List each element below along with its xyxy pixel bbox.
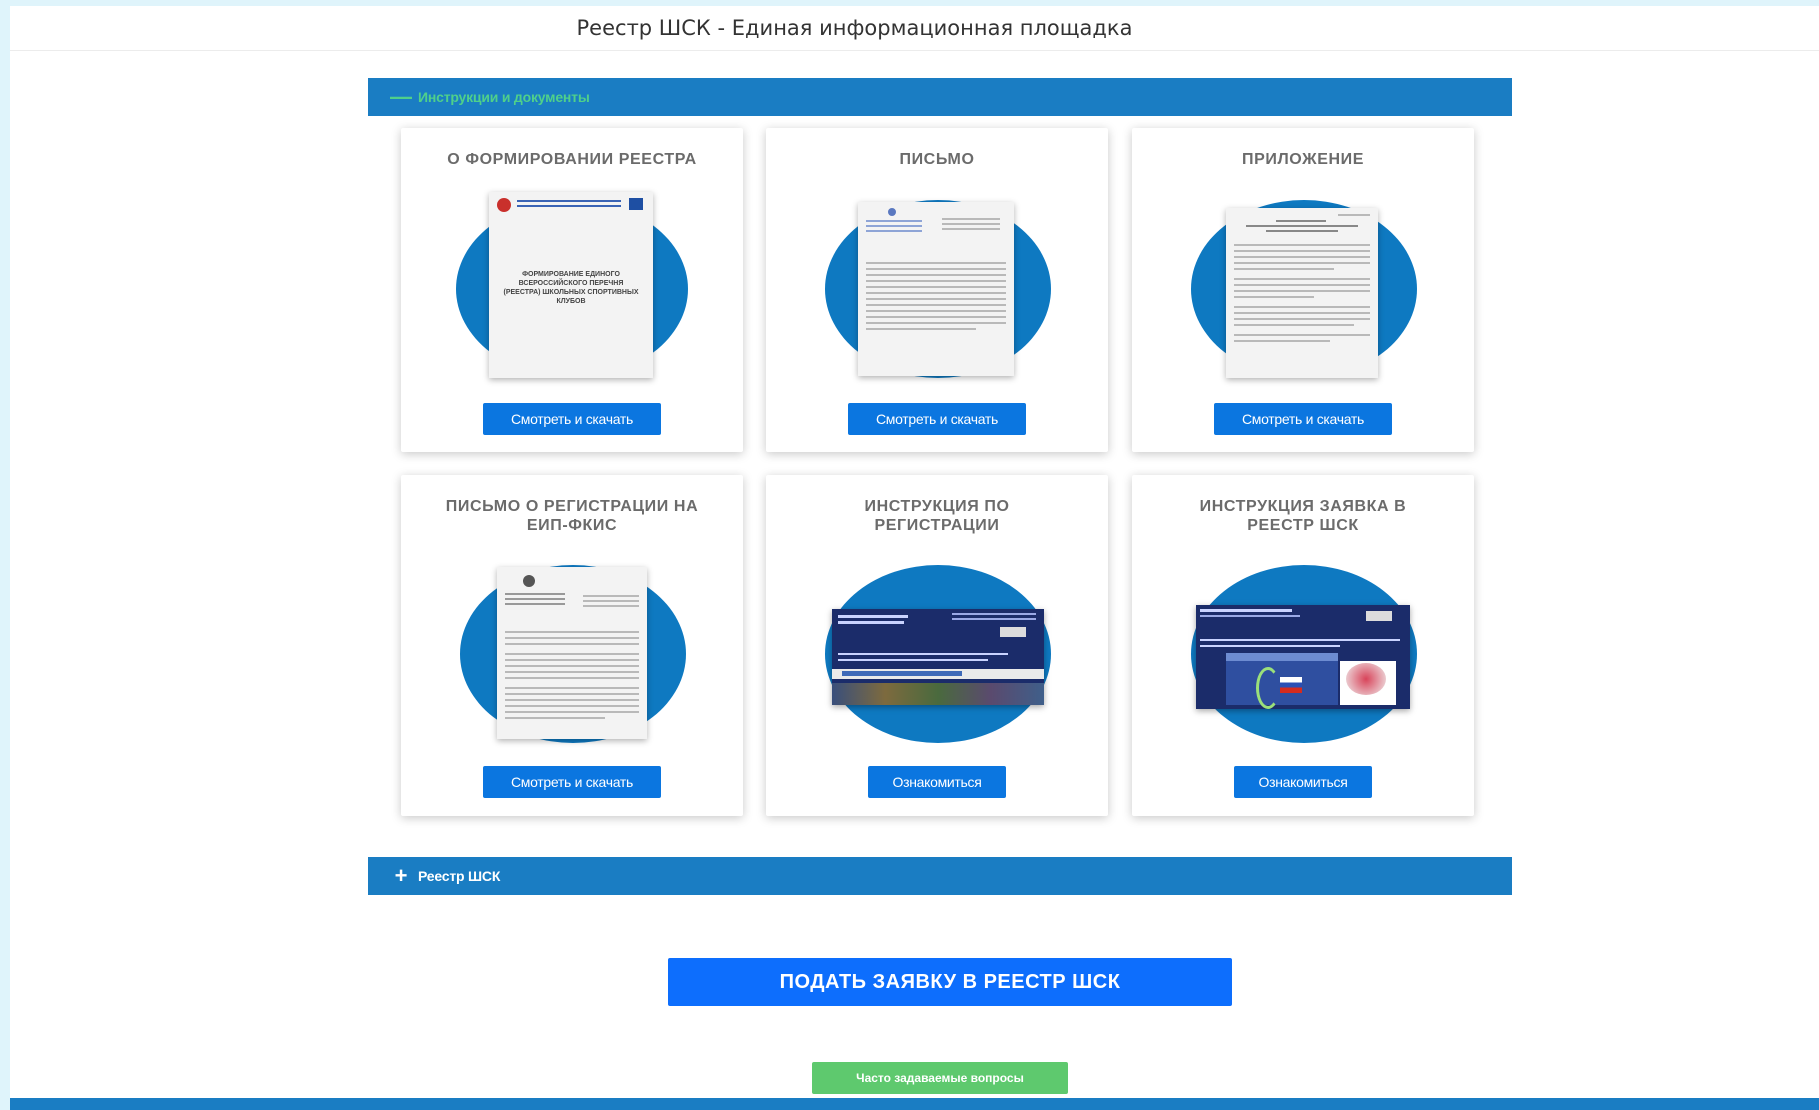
documents-grid: О ФОРМИРОВАНИИ РЕЕСТРА ФОРМИРОВАНИЕ ЕДИН… [401,128,1491,828]
document-card: ПРИЛОЖЕНИЕ Смотреть и скачать [1132,128,1474,452]
view-download-button[interactable]: Смотреть и скачать [483,766,661,798]
view-download-button[interactable]: Смотреть и скачать [483,403,661,435]
header: Реестр ШСК - Единая информационная площа… [10,6,1819,51]
page: Реестр ШСК - Единая информационная площа… [10,6,1819,1110]
document-thumbnail[interactable]: ФОРМИРОВАНИЕ ЕДИНОГО ВСЕРОССИЙСКОГО ПЕРЕ… [489,192,653,378]
card-title: О ФОРМИРОВАНИИ РЕЕСТРА [447,151,697,168]
page-title: Реестр ШСК - Единая информационная площа… [576,16,1133,40]
document-card: ИНСТРУКЦИЯ ЗАЯВКА В РЕЕСТР ШСК Ознакомит… [1132,475,1474,816]
plus-icon: + [394,863,408,888]
accordion-label: Реестр ШСК [418,868,501,884]
minus-icon: — [390,84,412,109]
accordion-instructions-documents[interactable]: — Инструкции и документы [368,78,1512,116]
document-card: ИНСТРУКЦИЯ ПО РЕГИСТРАЦИИ Ознакомиться [766,475,1108,816]
card-title: ПИСЬМО О РЕГИСТРАЦИИ НА ЕИП-ФКИС [445,498,699,534]
view-download-button[interactable]: Смотреть и скачать [848,403,1026,435]
submit-application-button[interactable]: ПОДАТЬ ЗАЯВКУ В РЕЕСТР ШСК [668,958,1232,1006]
card-title: ИНСТРУКЦИЯ ПО РЕГИСТРАЦИИ [864,498,1010,534]
document-card: ПИСЬМО Смотреть и скачать [766,128,1108,452]
screenshot-thumbnail[interactable] [832,609,1044,705]
footer-bar [10,1098,1819,1110]
document-thumbnail[interactable] [1226,208,1378,378]
card-title: ПИСЬМО [899,151,975,168]
familiarize-button[interactable]: Ознакомиться [1234,766,1372,798]
familiarize-button[interactable]: Ознакомиться [868,766,1006,798]
document-card: О ФОРМИРОВАНИИ РЕЕСТРА ФОРМИРОВАНИЕ ЕДИН… [401,128,743,452]
accordion-label: Инструкции и документы [418,89,590,105]
card-title: ИНСТРУКЦИЯ ЗАЯВКА В РЕЕСТР ШСК [1199,498,1407,534]
document-thumbnail-text: ФОРМИРОВАНИЕ ЕДИНОГО ВСЕРОССИЙСКОГО ПЕРЕ… [503,271,639,305]
card-title: ПРИЛОЖЕНИЕ [1242,151,1364,168]
accordion-registry[interactable]: + Реестр ШСК [368,857,1512,895]
faq-button[interactable]: Часто задаваемые вопросы [812,1062,1068,1094]
view-download-button[interactable]: Смотреть и скачать [1214,403,1392,435]
document-card: ПИСЬМО О РЕГИСТРАЦИИ НА ЕИП-ФКИС Смотрет… [401,475,743,816]
document-thumbnail[interactable] [497,567,647,739]
screenshot-thumbnail[interactable] [1196,605,1410,709]
document-thumbnail[interactable] [858,202,1014,376]
